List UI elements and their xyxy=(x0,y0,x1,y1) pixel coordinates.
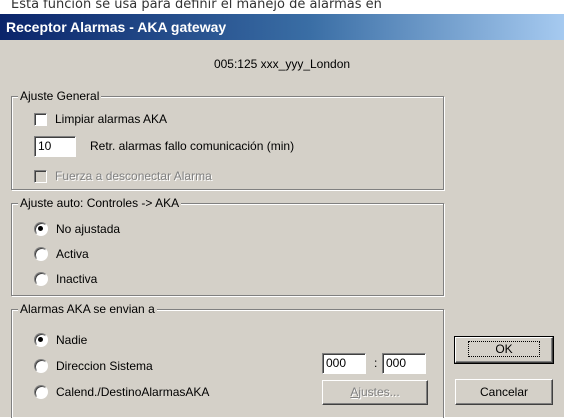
cancel-button[interactable]: Cancelar xyxy=(455,379,553,405)
radio-label: Nadie xyxy=(56,333,88,347)
radio-calendario-destino[interactable]: Calend./DestinoAlarmasAKA xyxy=(34,385,209,399)
fuerza-checkbox[interactable] xyxy=(34,169,47,183)
dialog-body: 005:125 xxx_yyy_London Ajuste General Li… xyxy=(0,40,564,418)
fuerza-label: Fuerza a desconectar Alarma xyxy=(55,169,212,183)
address-input-b[interactable]: 000 xyxy=(382,353,426,374)
radio-button[interactable] xyxy=(34,359,48,373)
group-ajuste-general: Ajuste General Limpiar alarmas AKA 10 Re… xyxy=(11,89,444,190)
radio-button[interactable] xyxy=(34,247,48,261)
radio-nadie[interactable]: Nadie xyxy=(34,333,87,347)
limpiar-checkbox-row[interactable]: Limpiar alarmas AKA xyxy=(34,112,167,126)
radio-label: Calend./DestinoAlarmasAKA xyxy=(56,385,210,399)
group-ajuste-auto: Ajuste auto: Controles -> AKA No ajustad… xyxy=(11,196,444,296)
device-label: 005:125 xxx_yyy_London xyxy=(213,57,351,71)
window-title: Receptor Alarmas - AKA gateway xyxy=(0,14,564,40)
fuerza-checkbox-row[interactable]: Fuerza a desconectar Alarma xyxy=(34,169,212,183)
radio-direccion-sistema[interactable]: Direccion Sistema xyxy=(34,359,153,373)
limpiar-label: Limpiar alarmas AKA xyxy=(55,112,168,126)
retr-input[interactable]: 10 xyxy=(34,136,76,157)
ajustes-label: justes... xyxy=(358,385,400,399)
radio-label: Direccion Sistema xyxy=(56,359,153,373)
ok-button[interactable]: OK xyxy=(454,336,554,364)
radio-label: Inactiva xyxy=(56,272,98,286)
ok-label: OK xyxy=(468,341,540,357)
group-legend: Alarmas AKA se envian a xyxy=(18,302,157,316)
limpiar-checkbox[interactable] xyxy=(34,112,47,126)
group-alarmas-destino: Alarmas AKA se envian a Nadie Direccion … xyxy=(11,302,444,418)
radio-label: Activa xyxy=(56,247,89,261)
ajustes-button[interactable]: Ajustes... xyxy=(322,380,428,405)
radio-label: No ajustada xyxy=(56,222,121,236)
group-legend: Ajuste General xyxy=(18,89,102,103)
radio-button[interactable] xyxy=(34,222,48,236)
radio-button[interactable] xyxy=(34,272,48,286)
retr-label: Retr. alarmas fallo comunicación (min) xyxy=(90,139,295,153)
radio-no-ajustada[interactable]: No ajustada xyxy=(34,222,120,236)
radio-button[interactable] xyxy=(34,385,48,399)
address-input-a[interactable]: 000 xyxy=(322,353,366,374)
caption-text: Esta función se usa para definir el mane… xyxy=(0,0,564,14)
radio-inactiva[interactable]: Inactiva xyxy=(34,272,97,286)
group-legend: Ajuste auto: Controles -> AKA xyxy=(18,196,182,210)
address-separator: : xyxy=(374,356,378,370)
radio-activa[interactable]: Activa xyxy=(34,247,89,261)
radio-button[interactable] xyxy=(34,333,48,347)
